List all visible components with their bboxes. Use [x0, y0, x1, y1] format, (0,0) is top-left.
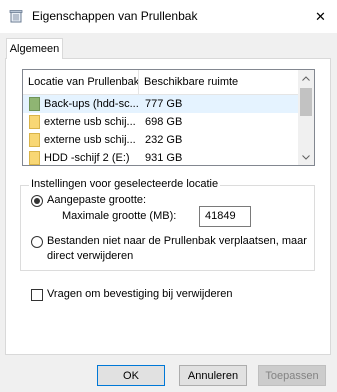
title-bar: Eigenschappen van Prullenbak ✕ [0, 0, 337, 33]
list-rows: Back-ups (hdd-sc... 777 GB externe usb s… [23, 95, 299, 165]
available-space: 931 GB [145, 152, 183, 164]
location-name: externe usb schij... [44, 134, 136, 146]
drive-folder-icon [29, 133, 40, 147]
window-title: Eigenschappen van Prullenbak [32, 9, 198, 23]
scroll-thumb[interactable] [300, 88, 312, 116]
settings-group-legend: Instellingen voor geselecteerde locatie [29, 178, 221, 190]
drive-folder-icon [29, 115, 40, 129]
ok-button-label: OK [123, 369, 139, 382]
tab-algemeen[interactable]: Algemeen [6, 38, 63, 59]
scroll-down-button[interactable] [298, 149, 314, 165]
location-name: externe usb schij... [44, 116, 136, 128]
list-item[interactable]: HDD -schijf 2 (E:) 931 GB [23, 149, 299, 165]
chevron-down-icon [302, 154, 310, 160]
close-icon: ✕ [315, 8, 326, 24]
recycle-bin-icon [9, 10, 23, 23]
drive-green-icon [29, 97, 40, 111]
scroll-up-button[interactable] [298, 70, 314, 86]
ok-button[interactable]: OK [97, 365, 165, 386]
drive-folder-icon [29, 151, 40, 165]
delete-immediately-label-line1[interactable]: Bestanden niet naar de Prullenbak verpla… [47, 235, 307, 247]
location-name: Back-ups (hdd-sc... [44, 98, 139, 110]
available-space: 232 GB [145, 134, 183, 146]
delete-immediately-label-line2[interactable]: direct verwijderen [47, 250, 133, 262]
list-item[interactable]: externe usb schij... 232 GB [23, 131, 299, 149]
column-header-location[interactable]: Locatie van Prullenbak [23, 70, 139, 94]
available-space: 698 GB [145, 116, 183, 128]
max-size-input[interactable]: 41849 [199, 206, 251, 227]
confirm-delete-label[interactable]: Vragen om bevestiging bij verwijderen [47, 288, 232, 300]
column-header-space[interactable]: Beschikbare ruimte [139, 70, 299, 94]
properties-dialog: Eigenschappen van Prullenbak ✕ Algemeen … [0, 0, 337, 392]
list-item[interactable]: Back-ups (hdd-sc... 777 GB [23, 95, 299, 113]
custom-size-label[interactable]: Aangepaste grootte: [47, 194, 146, 206]
max-size-label: Maximale grootte (MB): [62, 210, 177, 222]
list-header: Locatie van Prullenbak Beschikbare ruimt… [23, 70, 299, 95]
close-button[interactable]: ✕ [304, 0, 337, 33]
confirm-delete-checkbox[interactable] [31, 289, 43, 301]
cancel-button-label: Annuleren [187, 369, 239, 382]
delete-immediately-radio[interactable] [31, 236, 43, 248]
chevron-up-icon [302, 75, 310, 81]
available-space: 777 GB [145, 98, 183, 110]
location-name: HDD -schijf 2 (E:) [44, 152, 130, 164]
vertical-scrollbar[interactable] [298, 70, 314, 165]
custom-size-radio[interactable] [31, 195, 43, 207]
cancel-button[interactable]: Annuleren [179, 365, 247, 386]
location-list[interactable]: Locatie van Prullenbak Beschikbare ruimt… [22, 69, 315, 166]
list-item[interactable]: externe usb schij... 698 GB [23, 113, 299, 131]
apply-button-label: Toepassen [265, 369, 319, 382]
apply-button[interactable]: Toepassen [258, 365, 326, 386]
tab-label: Algemeen [9, 43, 60, 55]
